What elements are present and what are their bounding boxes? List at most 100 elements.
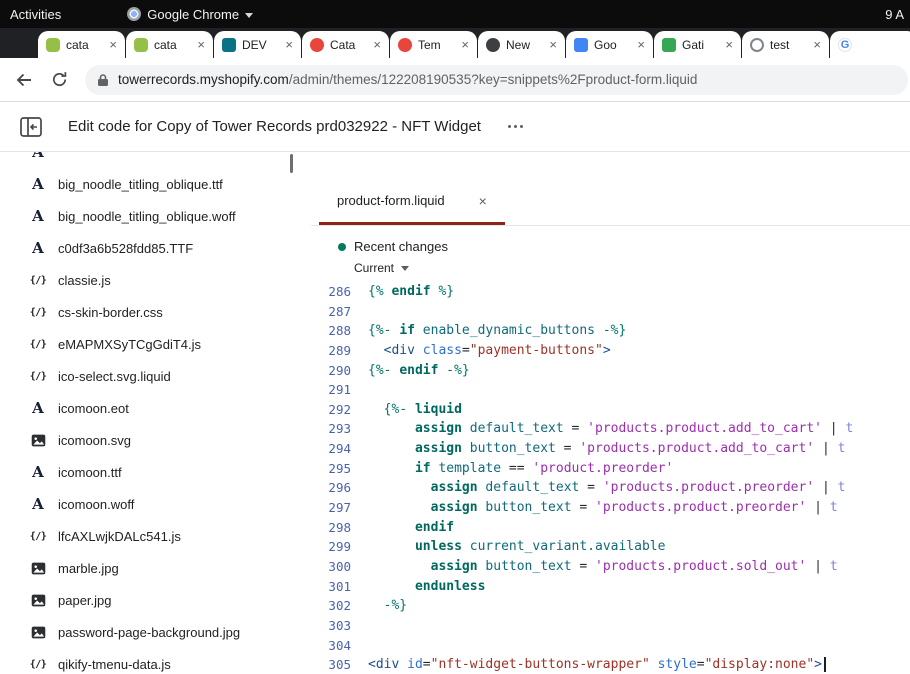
code-text: assign button_text = 'products.product.a… [360, 439, 845, 459]
code-line[interactable]: 304 [311, 636, 910, 656]
code-line[interactable]: 292 {%- liquid [311, 400, 910, 420]
tab-strip: cata×cata×DEV×Cata×Tem×New×Goo×Gati×test… [0, 28, 910, 58]
recent-changes-panel: Recent changes Current [311, 226, 910, 282]
code-line[interactable]: 293 assign default_text = 'products.prod… [311, 419, 910, 439]
browser-tab[interactable]: cata × [38, 31, 125, 58]
tab-close-icon[interactable]: × [549, 37, 557, 52]
browser-tab-label: cata [66, 38, 105, 52]
code-line[interactable]: 305<div id="nft-widget-buttons-wrapper" … [311, 655, 910, 674]
code-line[interactable]: 298 endif [311, 518, 910, 538]
code-line[interactable]: 303 [311, 616, 910, 636]
file-item[interactable]: marble.jpg [0, 552, 300, 584]
file-item[interactable]: {/}qikify-tmenu-data.js [0, 648, 300, 674]
sidebar-scrollbar[interactable] [290, 154, 293, 173]
tab-close-icon[interactable]: × [197, 37, 205, 52]
browser-tab[interactable]: DEV× [214, 31, 301, 58]
file-item[interactable]: Ac0df3a6b528fdd85.TTF [0, 232, 300, 264]
code-line[interactable]: 299 unless current_variant.available [311, 537, 910, 557]
activities-button[interactable]: Activities [10, 7, 61, 22]
font-file-icon: A [28, 207, 48, 225]
clock-label[interactable]: 9 A [885, 7, 904, 22]
file-item[interactable]: icomoon.svg [0, 424, 300, 456]
browser-tab[interactable]: Cata× [302, 31, 389, 58]
file-name: icomoon.eot [58, 401, 129, 416]
browser-tab[interactable]: G [830, 31, 910, 58]
tab-close-icon[interactable]: × [373, 37, 381, 52]
code-text [360, 636, 368, 656]
file-sidebar: AAbig_noodle_titling_oblique.ttfAbig_noo… [0, 152, 300, 674]
file-item[interactable]: {/}ico-select.svg.liquid [0, 360, 300, 392]
file-item[interactable]: {/}classie.js [0, 264, 300, 296]
tab-close-icon[interactable]: × [461, 37, 469, 52]
code-text: endif [360, 518, 454, 538]
file-item[interactable]: A [0, 152, 300, 168]
file-item[interactable]: Aicomoon.eot [0, 392, 300, 424]
chrome-icon [127, 7, 141, 21]
file-item[interactable]: Aicomoon.ttf [0, 456, 300, 488]
code-line[interactable]: 287 [311, 302, 910, 322]
tab-close-icon[interactable]: × [813, 37, 821, 52]
code-line[interactable]: 297 assign button_text = 'products.produ… [311, 498, 910, 518]
browser-tab[interactable]: Goo × [566, 31, 653, 58]
app-menu[interactable]: Google Chrome [127, 7, 253, 22]
code-text: {%- liquid [360, 400, 462, 420]
code-line[interactable]: 302 -%} [311, 596, 910, 616]
version-dropdown[interactable]: Current [354, 261, 910, 275]
tab-close-icon[interactable]: × [109, 37, 117, 52]
file-item[interactable]: password-page-background.jpg [0, 616, 300, 648]
browser-tab[interactable]: test× [742, 31, 829, 58]
file-item[interactable]: Abig_noodle_titling_oblique.woff [0, 200, 300, 232]
more-options-icon[interactable] [507, 125, 525, 128]
browser-tab-label: Goo [594, 38, 633, 52]
file-name: cs-skin-border.css [58, 305, 163, 320]
image-file-icon [28, 594, 48, 607]
browser-tab[interactable]: New× [478, 31, 565, 58]
code-text: <div class="payment-buttons"> [360, 341, 611, 361]
code-line[interactable]: 291 [311, 380, 910, 400]
tab-close-icon[interactable]: × [637, 37, 645, 52]
file-item[interactable]: {/}eMAPMXSyTCgGdiT4.js [0, 328, 300, 360]
code-file-icon: {/} [28, 371, 48, 382]
browser-tab-label: Tem [418, 38, 457, 52]
code-text: unless current_variant.available [360, 537, 665, 557]
browser-tab[interactable]: cata× [126, 31, 213, 58]
browser-tab[interactable]: Gati× [654, 31, 741, 58]
browser-tab[interactable]: Tem × [390, 31, 477, 58]
line-number: 286 [311, 282, 360, 302]
line-number: 302 [311, 596, 360, 616]
code-text: {% endif %} [360, 282, 454, 302]
back-button[interactable] [14, 70, 34, 90]
close-tab-icon[interactable]: × [479, 193, 487, 209]
file-name: icomoon.ttf [58, 465, 122, 480]
file-item[interactable]: {/}lfcAXLwjkDALc541.js [0, 520, 300, 552]
file-item[interactable]: Aicomoon.woff [0, 488, 300, 520]
caret-down-icon [401, 266, 409, 271]
code-text: endunless [360, 577, 485, 597]
collapse-sidebar-button[interactable] [20, 117, 42, 137]
code-line[interactable]: 286{% endif %} [311, 282, 910, 302]
code-file-icon: {/} [28, 307, 48, 318]
tab-close-icon[interactable]: × [285, 37, 293, 52]
tab-close-icon[interactable]: × [725, 37, 733, 52]
code-line[interactable]: 294 assign button_text = 'products.produ… [311, 439, 910, 459]
address-bar[interactable]: towerrecords.myshopify.com/admin/themes/… [85, 65, 908, 95]
code-line[interactable]: 296 assign default_text = 'products.prod… [311, 478, 910, 498]
editor-tab[interactable]: product-form.liquid × [319, 179, 505, 225]
code-line[interactable]: 295 if template == 'product.preorder' [311, 459, 910, 479]
file-item[interactable]: {/} cs-skin-border.css [0, 296, 300, 328]
code-editor[interactable]: 286{% endif %}287288{%- if enable_dynami… [311, 282, 910, 674]
file-item[interactable]: paper.jpg [0, 584, 300, 616]
code-text [360, 380, 368, 400]
reload-button[interactable] [50, 70, 69, 89]
google-favicon: G [838, 38, 852, 52]
code-line[interactable]: 288{%- if enable_dynamic_buttons -%} [311, 321, 910, 341]
code-line[interactable]: 289 <div class="payment-buttons"> [311, 341, 910, 361]
code-line[interactable]: 301 endunless [311, 577, 910, 597]
code-line[interactable]: 290{%- endif -%} [311, 361, 910, 381]
line-number: 301 [311, 577, 360, 597]
file-item[interactable]: Abig_noodle_titling_oblique.ttf [0, 168, 300, 200]
app-menu-label: Google Chrome [147, 7, 239, 22]
file-name: lfcAXLwjkDALc541.js [58, 529, 181, 544]
code-text [360, 302, 368, 322]
code-line[interactable]: 300 assign button_text = 'products.produ… [311, 557, 910, 577]
